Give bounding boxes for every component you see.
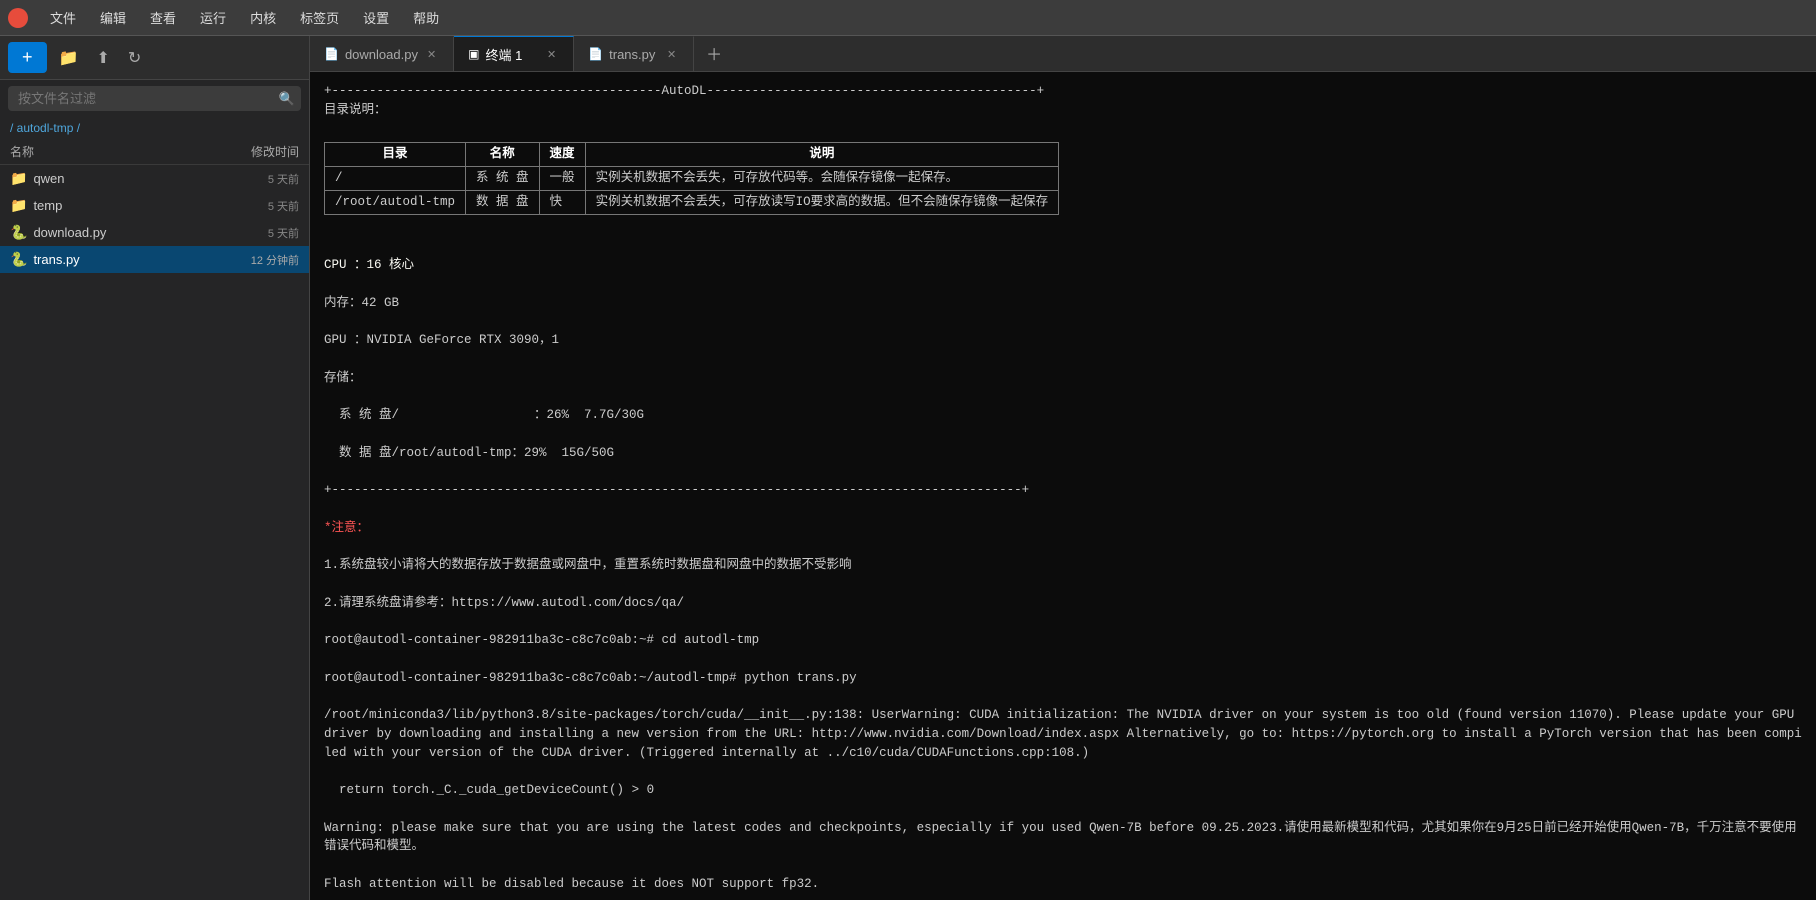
menu-edit[interactable]: 编辑 [90, 4, 136, 31]
terminal-icon: ▣ [468, 47, 479, 61]
file-list-header: 名称 修改时间 [0, 139, 309, 165]
menu-run[interactable]: 运行 [190, 4, 236, 31]
refresh-icon: ↻ [128, 50, 141, 67]
notice2-text: 2.请理系统盘请参考：https://www.autodl.com/docs/q… [324, 596, 684, 610]
list-item[interactable]: 📁 temp 5 天前 [0, 192, 309, 219]
warning2-text: Warning: please make sure that you are u… [324, 821, 1797, 854]
tab-close-button[interactable]: ✕ [544, 47, 559, 62]
file-icon: 📄 [324, 47, 339, 61]
tab-bar: 📄 download.py ✕ ▣ 终端 1 ✕ 📄 trans.py ✕ ＋ [310, 36, 1816, 72]
menu-bar: 文件 编辑 查看 运行 内核 标签页 设置 帮助 [0, 0, 1816, 36]
warning1-text: /root/miniconda3/lib/python3.8/site-pack… [324, 708, 1802, 760]
py-icon: 🐍 [10, 224, 27, 241]
file-time: 5 天前 [268, 225, 299, 241]
tab-label: download.py [345, 47, 418, 62]
tab-label: 终端 1 [486, 45, 523, 64]
sidebar-toolbar: + 📁 ⬆ ↻ [0, 36, 309, 80]
breadcrumb-text: / autodl-tmp / [10, 121, 80, 135]
file-list: 📁 qwen 5 天前 📁 temp 5 天前 🐍 download.py 5 … [0, 165, 309, 900]
folder-icon: 📁 [10, 170, 27, 187]
app-logo [8, 8, 28, 28]
refresh-button[interactable]: ↻ [122, 44, 147, 72]
tab-terminal-1[interactable]: ▣ 终端 1 ✕ [454, 36, 574, 71]
tab-trans-py[interactable]: 📄 trans.py ✕ [574, 36, 694, 71]
folder-icon: 📁 [59, 50, 79, 67]
file-name: trans.py [33, 252, 244, 267]
upload-icon: ⬆ [96, 50, 109, 67]
main-area: + 📁 ⬆ ↻ 🔍 / autodl-tmp / 名称 修改时间 📁 [0, 36, 1816, 900]
upload-button[interactable]: ⬆ [90, 44, 115, 72]
file-name: temp [33, 198, 261, 213]
file-name: download.py [33, 225, 261, 240]
menu-help[interactable]: 帮助 [403, 4, 449, 31]
cmd1: root@autodl-container-982911ba3c-c8c7c0a… [324, 633, 759, 647]
col-mtime: 修改时间 [251, 143, 299, 160]
gpu-line: GPU ：NVIDIA GeForce RTX 3090，1 [324, 333, 559, 347]
file-time: 12 分钟前 [251, 252, 299, 268]
menu-view[interactable]: 查看 [140, 4, 186, 31]
tab-label: trans.py [609, 47, 655, 62]
cmd2-text: root@autodl-container-982911ba3c-c8c7c0a… [324, 671, 857, 685]
folder-icon: 📁 [10, 197, 27, 214]
warning3-text: Flash attention will be disabled because… [324, 877, 819, 891]
storage-data-line: 数 据 盘/root/autodl-tmp：29% 15G/50G [324, 446, 614, 460]
list-item[interactable]: 📁 qwen 5 天前 [0, 165, 309, 192]
tab-download-py[interactable]: 📄 download.py ✕ [310, 36, 454, 71]
mem-text: 内存：42 GB [324, 296, 399, 310]
file-time: 5 天前 [268, 198, 299, 214]
sidebar: + 📁 ⬆ ↻ 🔍 / autodl-tmp / 名称 修改时间 📁 [0, 36, 310, 900]
notice-title: *注意： [324, 521, 369, 535]
tab-close-button[interactable]: ✕ [424, 47, 439, 62]
menu-kernel[interactable]: 内核 [240, 4, 286, 31]
py-icon: 🐍 [10, 251, 27, 268]
directory-table: 目录名称速度说明 /系 统 盘一般实例关机数据不会丢失，可存放代码等。会随保存镜… [324, 142, 1059, 214]
menu-file[interactable]: 文件 [40, 4, 86, 31]
warning1b-text: return torch._C._cuda_getDeviceCount() >… [324, 783, 654, 797]
menu-tags[interactable]: 标签页 [290, 4, 349, 31]
storage-sys-line: 系 统 盘/ ：26% 7.7G/30G [324, 408, 644, 422]
add-tab-button[interactable]: ＋ [694, 36, 734, 71]
search-bar: 🔍 [8, 86, 301, 111]
new-file-button[interactable]: + [8, 42, 47, 73]
file-name: qwen [33, 171, 261, 186]
list-item[interactable]: 🐍 download.py 5 天前 [0, 219, 309, 246]
terminal-content: +---------------------------------------… [324, 84, 1802, 900]
list-item[interactable]: 🐍 trans.py 12 分钟前 [0, 246, 309, 273]
file-icon: 📄 [588, 47, 603, 61]
menu-settings[interactable]: 设置 [353, 4, 399, 31]
col-name: 名称 [10, 143, 34, 160]
terminal-output[interactable]: +---------------------------------------… [310, 72, 1816, 900]
file-time: 5 天前 [268, 171, 299, 187]
notice1-text: 1.系统盘较小请将大的数据存放于数据盘或网盘中，重置系统时数据盘和网盘中的数据不… [324, 558, 852, 572]
breadcrumb: / autodl-tmp / [0, 117, 309, 139]
storage-label: 存储： [324, 371, 362, 385]
content-area: 📄 download.py ✕ ▣ 终端 1 ✕ 📄 trans.py ✕ ＋ … [310, 36, 1816, 900]
tab-close-button[interactable]: ✕ [664, 47, 679, 62]
search-icon: 🔍 [279, 91, 295, 107]
cpu-line: CPU ：16 核心 [324, 258, 414, 272]
search-input[interactable] [14, 86, 279, 111]
open-folder-button[interactable]: 📁 [53, 44, 85, 72]
